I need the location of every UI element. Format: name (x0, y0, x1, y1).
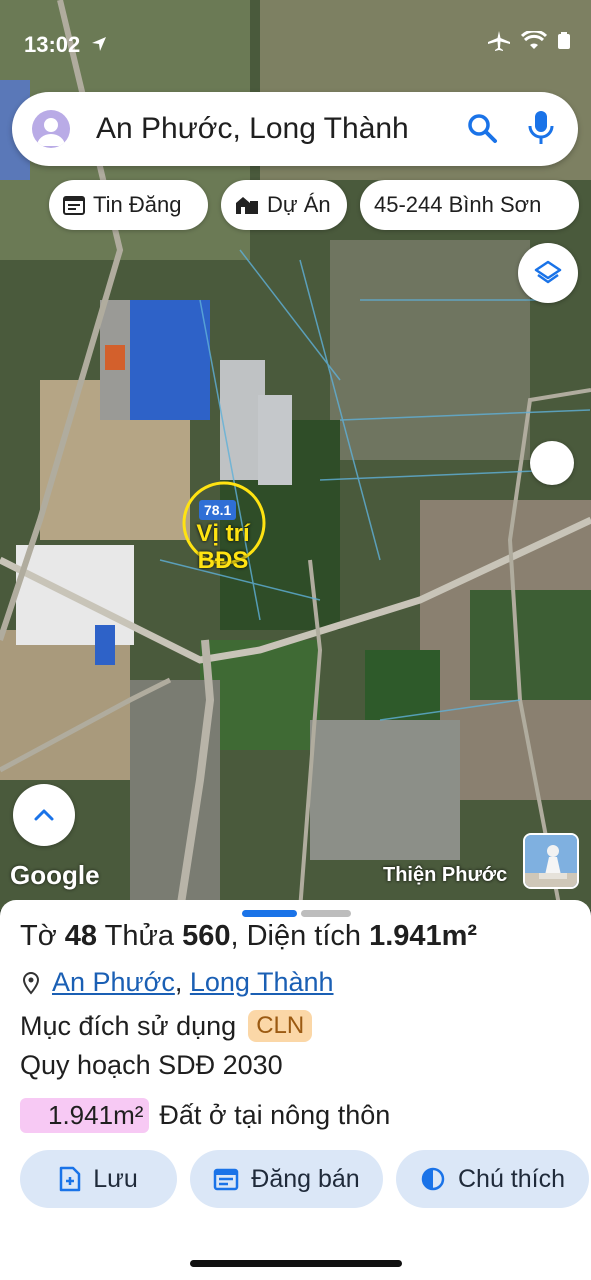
parcel-title: Tờ 48 Thửa 560, Diện tích 1.941m² (20, 920, 477, 953)
location-pin-icon (22, 971, 40, 995)
area-value: 1.941m² (369, 920, 478, 952)
place-label: Thiện Phước (383, 864, 508, 886)
parcel-number: 560 (182, 920, 231, 952)
property-location-label: Vị trí BĐS (186, 520, 260, 574)
statue-thumbnail-image (525, 835, 577, 887)
user-icon (37, 118, 65, 146)
calendar-icon (63, 196, 85, 215)
side-panel-handle[interactable] (530, 441, 574, 485)
wifi-icon (521, 31, 547, 49)
mic-icon[interactable] (528, 110, 554, 151)
chip-label: 45-244 Bình Sơn (374, 192, 542, 217)
chip-tin-dang[interactable]: Tin Đăng (49, 180, 208, 230)
search-icon[interactable] (466, 112, 498, 149)
sheet-page-indicator-active[interactable] (242, 910, 297, 917)
post-sale-button[interactable]: Đăng bán (190, 1150, 383, 1208)
chip-parcel-id[interactable]: 45-244 Bình Sơn (360, 180, 579, 230)
layers-icon (534, 260, 562, 284)
streetview-thumbnail[interactable] (523, 833, 579, 889)
chip-label: Tin Đăng (93, 192, 182, 217)
buildings-icon (236, 197, 258, 214)
parcel-number-marker[interactable]: 78.1 (199, 500, 237, 520)
chip-du-an[interactable]: Dự Án (221, 180, 347, 230)
marker-label-line1: Vị trí (196, 520, 250, 547)
chip-label: Dự Án (267, 192, 331, 217)
add-document-icon (59, 1166, 81, 1192)
purpose-label: Mục đích sử dụng (20, 1010, 237, 1041)
status-icons (487, 30, 571, 52)
plan-land-type: Đất ở tại nông thôn (159, 1100, 391, 1130)
chevron-up-icon (34, 809, 54, 821)
location-separator: , (174, 967, 183, 997)
legend-button[interactable]: Chú thích (396, 1150, 589, 1208)
marker-label-line2: BĐS (197, 547, 249, 574)
save-label: Lưu (93, 1164, 138, 1193)
plan-area-badge: 1.941m² (20, 1098, 150, 1133)
status-bar: 13:02 (0, 0, 591, 62)
battery-icon (558, 32, 570, 49)
location-link-long-thanh[interactable]: Long Thành (190, 967, 334, 998)
calendar-icon (214, 1168, 239, 1191)
location-link-an-phuoc[interactable]: An Phước (52, 967, 175, 998)
save-button[interactable]: Lưu (20, 1150, 177, 1208)
title-prefix: Tờ (20, 920, 57, 952)
avatar[interactable] (32, 110, 70, 148)
legend-label: Chú thích (457, 1164, 565, 1193)
sheet-page-indicator[interactable] (301, 910, 351, 917)
plan-area-line: 1.941m² Đất ở tại nông thôn (20, 1098, 390, 1133)
area-label: , Diện tích (230, 920, 362, 952)
search-bar[interactable]: An Phước, Long Thành (12, 92, 578, 166)
land-use-purpose: Mục đích sử dụng CLN (20, 1010, 313, 1042)
status-time: 13:02 (24, 32, 108, 58)
time-text: 13:02 (24, 32, 81, 57)
layers-button[interactable] (518, 243, 578, 303)
parcel-info-sheet[interactable] (0, 900, 591, 1280)
location-line: An Phước, Long Thành (20, 967, 334, 998)
google-attribution: Google (10, 860, 100, 890)
post-sale-label: Đăng bán (251, 1164, 360, 1193)
airplane-icon (488, 31, 510, 51)
plan-label: Quy hoạch SDĐ 2030 (20, 1050, 283, 1080)
home-indicator[interactable] (190, 1260, 402, 1267)
search-input[interactable]: An Phước, Long Thành (96, 112, 409, 146)
location-arrow-icon (92, 37, 107, 51)
purpose-code-badge: CLN (248, 1010, 313, 1042)
expand-up-button[interactable] (13, 784, 75, 846)
contrast-icon (421, 1167, 445, 1191)
parcel-label: Thửa (104, 920, 174, 952)
sheet-number: 48 (64, 920, 98, 952)
